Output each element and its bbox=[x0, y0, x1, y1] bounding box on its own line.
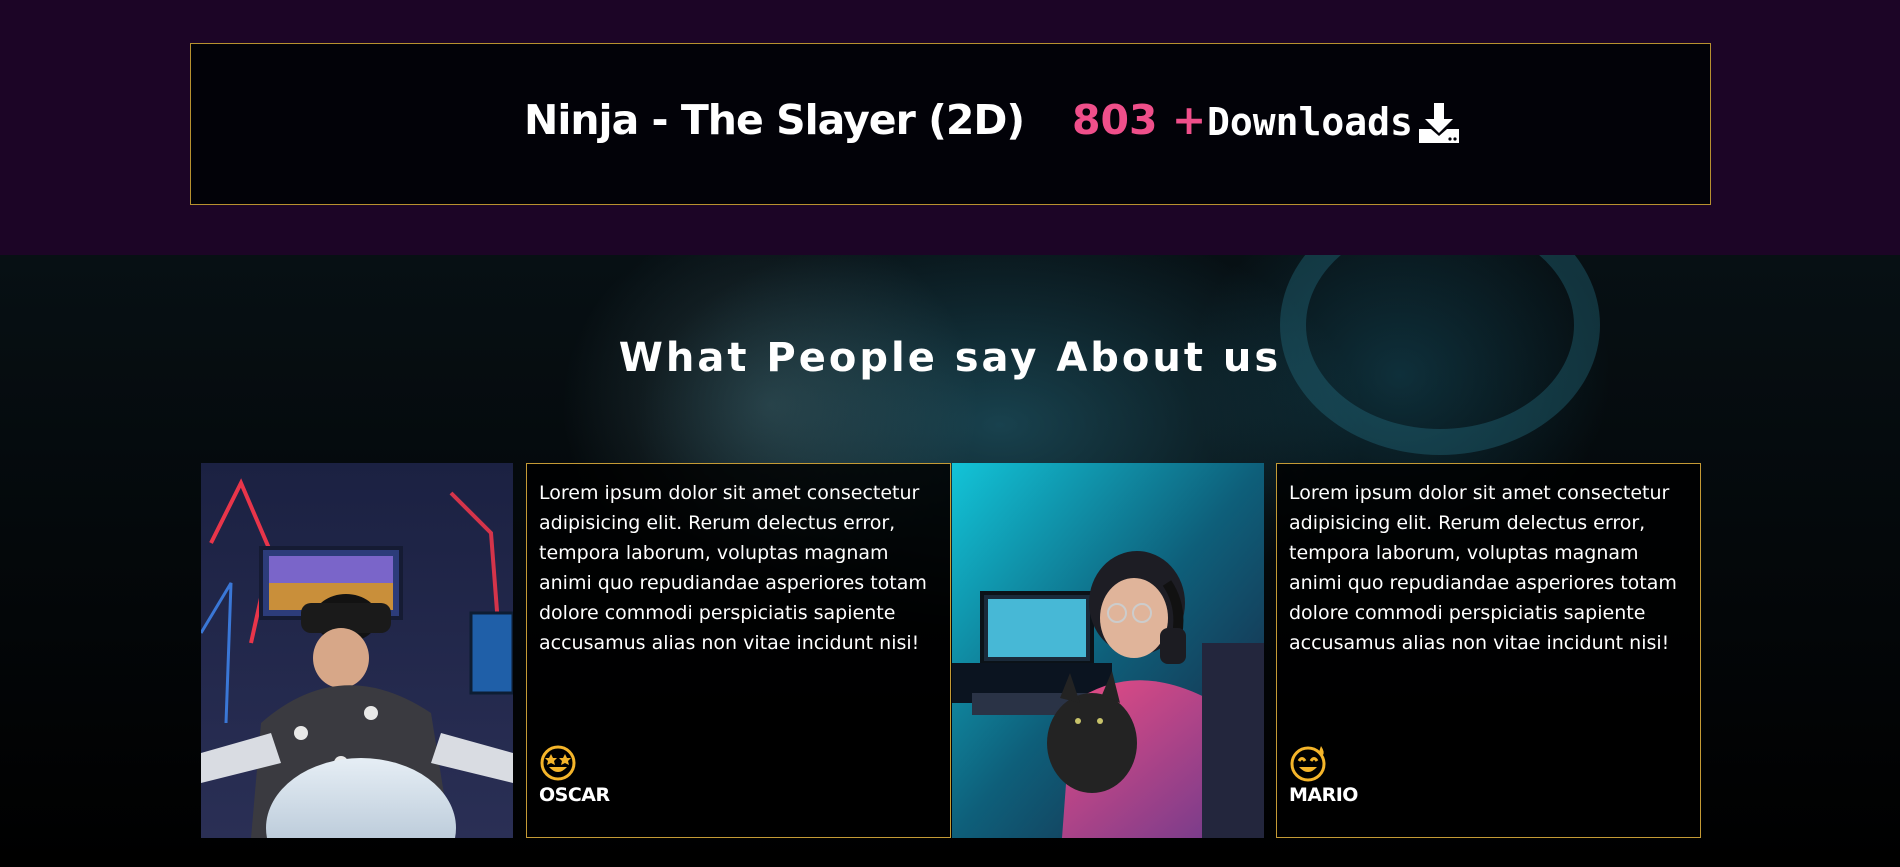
grin-stars-icon bbox=[540, 745, 576, 781]
testimonial-text: Lorem ipsum dolor sit amet consectetur a… bbox=[1289, 482, 1677, 654]
game-title: Ninja - The Slayer (2D) bbox=[524, 96, 1025, 144]
reviewer-name: OSCAR bbox=[539, 784, 610, 806]
testimonial-text: Lorem ipsum dolor sit amet consectetur a… bbox=[539, 482, 927, 654]
download-label: Downloads bbox=[1207, 100, 1413, 144]
download-count: 803 + bbox=[1072, 96, 1207, 144]
testimonial-card: Lorem ipsum dolor sit amet consectetur a… bbox=[526, 463, 951, 838]
download-icon[interactable] bbox=[1417, 101, 1461, 145]
gamer-with-cat-photo bbox=[952, 463, 1264, 838]
grin-beam-sweat-icon bbox=[1290, 746, 1326, 782]
vr-gamer-photo bbox=[201, 463, 513, 838]
reviewer-name: MARIO bbox=[1289, 784, 1358, 806]
testimonial-card: Lorem ipsum dolor sit amet consectetur a… bbox=[1276, 463, 1701, 838]
testimonials-section: What People say About us Lorem ipsum dol… bbox=[0, 255, 1900, 867]
top-banner-section: Ninja - The Slayer (2D) 803 + Downloads bbox=[0, 0, 1900, 255]
game-download-banner: Ninja - The Slayer (2D) 803 + Downloads bbox=[190, 43, 1711, 205]
section-title: What People say About us bbox=[618, 335, 1282, 381]
